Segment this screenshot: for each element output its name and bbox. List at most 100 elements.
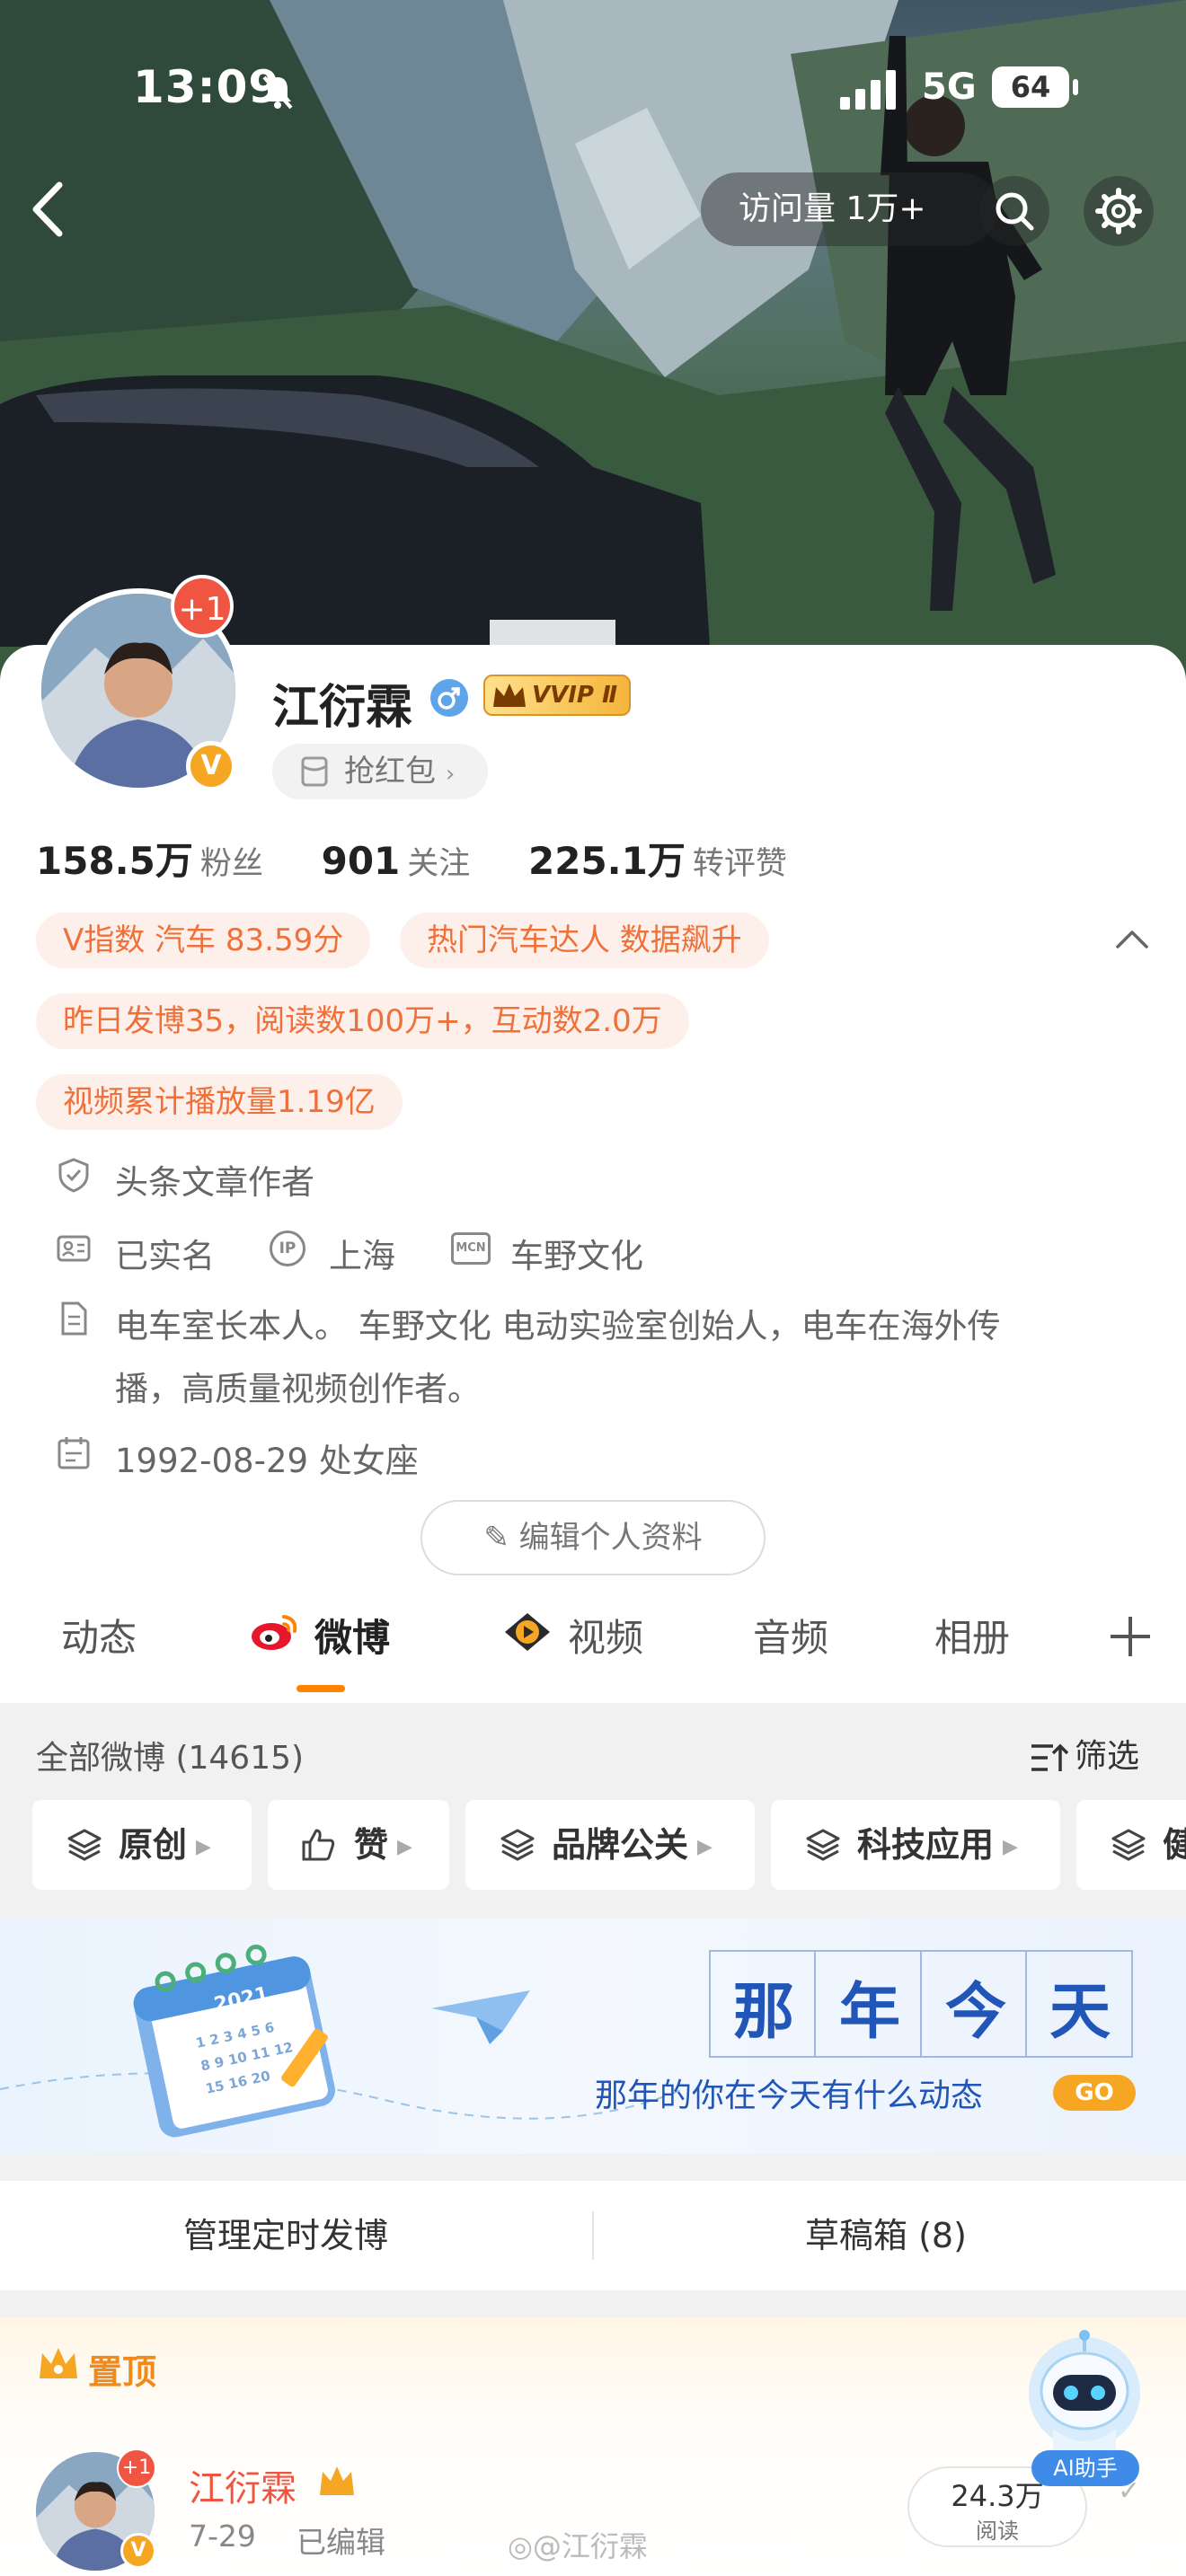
tab-audio[interactable]: 音频 bbox=[753, 1608, 828, 1663]
settings-button[interactable] bbox=[1084, 176, 1154, 246]
banner-heading-char: 年 bbox=[839, 1976, 901, 2048]
birthday: 1992-08-29 处女座 bbox=[115, 1442, 419, 1480]
profile-stats: 158.5万 粉丝 901 关注 225.1万 转评赞 bbox=[36, 831, 834, 886]
tab-album[interactable]: 相册 bbox=[934, 1608, 1010, 1663]
layers-icon bbox=[500, 1829, 535, 1861]
search-button[interactable] bbox=[979, 176, 1049, 246]
chevron-left-icon[interactable] bbox=[27, 180, 72, 239]
chip-tech-apps[interactable]: 科技应用 ▶ bbox=[771, 1800, 1060, 1890]
triangle-right-icon: ▶ bbox=[1003, 1835, 1018, 1858]
stat-followers[interactable]: 158.5万 粉丝 bbox=[36, 839, 310, 883]
chip-original[interactable]: 原创 ▶ bbox=[32, 1800, 252, 1890]
avatar-update-badge[interactable]: +1 bbox=[171, 575, 234, 638]
status-time: 13:09 bbox=[133, 61, 281, 113]
video-plays-tag[interactable]: 视频累计播放量1.19亿 bbox=[36, 1074, 403, 1130]
daily-stats-tag[interactable]: 昨日发博35，阅读数100万+，互动数2.0万 bbox=[36, 993, 689, 1049]
bio-line-2: 播，高质量视频创作者。 bbox=[115, 1370, 481, 1408]
real-name-label: 已实名 bbox=[115, 1237, 215, 1275]
red-packet-label: 抢红包 bbox=[344, 754, 436, 790]
stat-value: 901 bbox=[321, 839, 401, 883]
chip-label: 健 bbox=[1163, 1825, 1186, 1865]
calendar-icon bbox=[58, 1437, 90, 1469]
network-type: 5G bbox=[922, 66, 977, 108]
triangle-right-icon: ▶ bbox=[697, 1835, 712, 1858]
layers-icon bbox=[67, 1829, 102, 1861]
v-index-tag[interactable]: V指数 汽车 83.59分 bbox=[36, 913, 371, 968]
battery-tip bbox=[1073, 79, 1078, 95]
chip-likes[interactable]: 赞 ▶ bbox=[268, 1800, 449, 1890]
battery-level: 64 bbox=[1010, 70, 1051, 104]
divider bbox=[592, 2211, 594, 2260]
crown-icon bbox=[493, 684, 526, 707]
active-tab-indicator bbox=[296, 1685, 345, 1692]
triangle-right-icon: ▶ bbox=[196, 1835, 211, 1858]
scheduled-posts-button[interactable]: 管理定时发博 bbox=[183, 2181, 388, 2290]
post-management-row: 管理定时发博 草稿箱 (8) bbox=[0, 2181, 1186, 2290]
filter-button[interactable]: 筛选 bbox=[1030, 1730, 1139, 1777]
edit-profile-button[interactable]: ✎ 编辑个人资料 bbox=[420, 1500, 766, 1575]
chip-label: 原创 bbox=[119, 1825, 188, 1865]
crown-icon bbox=[40, 2348, 77, 2378]
mcn-name[interactable]: 车野文化 bbox=[510, 1229, 643, 1277]
hot-creator-tag[interactable]: 热门汽车达人 数据飙升 bbox=[400, 913, 769, 968]
watermark-text: @江衍霖 bbox=[532, 2529, 648, 2563]
male-gender-icon bbox=[430, 679, 468, 717]
stat-following[interactable]: 901 关注 bbox=[321, 839, 518, 883]
visits-pill[interactable]: 访问量 1万+ bbox=[701, 172, 997, 246]
banner-heading-char: 天 bbox=[1049, 1976, 1111, 2048]
ai-assistant-label: AI助手 bbox=[1031, 2450, 1139, 2486]
watermark: ◎@江衍霖 bbox=[508, 2524, 648, 2565]
all-posts-count: 全部微博 (14615) bbox=[36, 1740, 305, 1777]
bio-line-1: 电车室长本人。 车野文化 电动实验室创始人，电车在海外传 bbox=[115, 1307, 1001, 1345]
id-card-icon bbox=[57, 1235, 91, 1262]
chip-label: 科技应用 bbox=[857, 1825, 995, 1865]
filter-label: 筛选 bbox=[1075, 1738, 1140, 1775]
tab-feed[interactable]: 动态 bbox=[61, 1608, 137, 1663]
red-packet-button[interactable]: 抢红包 › bbox=[272, 744, 488, 799]
chevron-right-icon: › bbox=[445, 761, 456, 788]
stat-value: 158.5万 bbox=[36, 839, 193, 883]
chip-brand-pr[interactable]: 品牌公关 ▶ bbox=[465, 1800, 755, 1890]
chip-health[interactable]: 健 bbox=[1076, 1800, 1186, 1890]
plus-icon[interactable] bbox=[1109, 1615, 1152, 1658]
visits-label: 访问量 1万+ bbox=[739, 190, 926, 227]
chip-label: 赞 bbox=[354, 1825, 389, 1865]
ai-assistant-button[interactable]: AI助手 bbox=[1017, 2328, 1152, 2499]
vip-badge[interactable]: VVIP Ⅱ bbox=[483, 675, 631, 716]
battery-indicator: 64 bbox=[992, 66, 1069, 108]
stat-interactions[interactable]: 225.1万 转评赞 bbox=[528, 839, 834, 883]
chevron-up-icon[interactable] bbox=[1114, 927, 1150, 952]
gear-icon bbox=[1095, 188, 1142, 234]
pencil-icon: ✎ bbox=[483, 1520, 509, 1556]
go-button[interactable]: GO bbox=[1053, 2075, 1136, 2111]
profile-tabs: 动态 微博 视频 音频 相册 bbox=[0, 1608, 1186, 1690]
post-author[interactable]: 江衍霖 bbox=[189, 2459, 296, 2511]
stat-value: 225.1万 bbox=[528, 839, 686, 883]
read-label: 阅读 bbox=[976, 2519, 1019, 2544]
search-icon bbox=[996, 192, 1034, 231]
signal-icon bbox=[840, 70, 896, 110]
layers-icon bbox=[1111, 1829, 1146, 1861]
document-icon bbox=[61, 1301, 87, 1336]
crown-badge-icon bbox=[320, 2466, 354, 2495]
status-bar: 13:09 5G 64 bbox=[0, 54, 1186, 117]
drafts-button[interactable]: 草稿箱 (8) bbox=[805, 2181, 967, 2290]
ip-location: 上海 bbox=[329, 1237, 395, 1275]
stat-label: 关注 bbox=[407, 846, 471, 882]
profile-name: 江衍霖 bbox=[272, 681, 413, 735]
mcn-icon: MCN bbox=[451, 1232, 491, 1265]
tab-weibo[interactable]: 微博 bbox=[314, 1608, 390, 1663]
video-play-icon bbox=[505, 1613, 550, 1651]
on-this-day-banner[interactable]: 2021 1 2 3 4 5 6 8 9 10 11 12 15 16 20 那… bbox=[0, 1919, 1186, 2154]
weibo-watermark-icon: ◎ bbox=[508, 2529, 533, 2563]
banner-subtitle: 那年的你在今天有什么动态 bbox=[595, 2078, 984, 2114]
weibo-logo-icon bbox=[252, 1615, 297, 1650]
tab-video[interactable]: 视频 bbox=[568, 1608, 643, 1663]
banner-heading-char: 那 bbox=[733, 1976, 795, 2048]
post-verified-badge: V bbox=[120, 2533, 156, 2569]
mute-bell-icon bbox=[262, 75, 293, 110]
shield-icon bbox=[58, 1158, 89, 1193]
vip-label: VVIP Ⅱ bbox=[532, 682, 618, 709]
chip-label: 品牌公关 bbox=[552, 1825, 689, 1865]
article-author-label: 头条文章作者 bbox=[115, 1163, 314, 1202]
